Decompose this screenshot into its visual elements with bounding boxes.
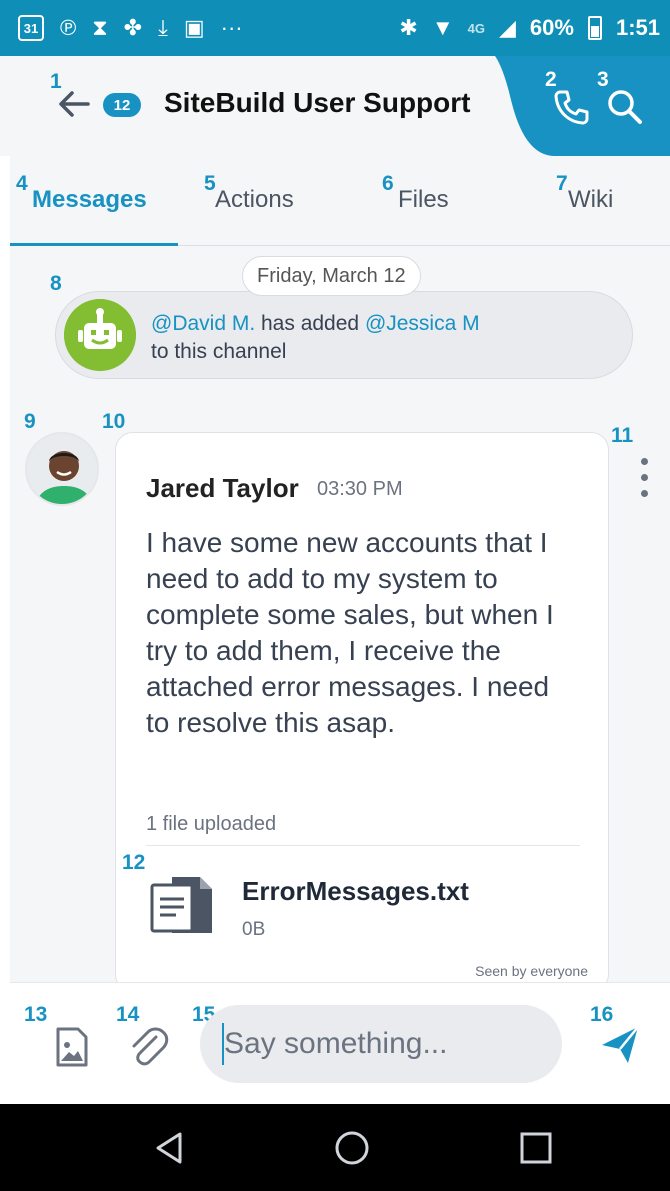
channel-title: SiteBuild User Support [164, 87, 471, 118]
system-message-middle: has added [255, 312, 365, 335]
message-input-container[interactable] [200, 1005, 562, 1083]
annotation-6: 6 [382, 172, 394, 195]
channel-tabs: 4 Messages 5 Actions 6 Files 7 Wiki [10, 156, 670, 246]
date-separator: Friday, March 12 [242, 256, 421, 296]
mention-link[interactable]: @David M. [151, 312, 255, 335]
annotation-8: 8 [50, 272, 62, 295]
annotation-9: 9 [24, 410, 36, 433]
message-input[interactable] [200, 1005, 562, 1083]
download-icon: ⤓ [158, 15, 168, 40]
annotation-14: 14 [116, 1003, 140, 1026]
phone-icon[interactable] [550, 86, 592, 128]
image-upload-icon[interactable] [50, 1025, 94, 1069]
message-list[interactable]: Friday, March 12 8 @David M. has added @… [10, 246, 670, 982]
calendar-day: 31 [23, 20, 39, 36]
more-options-icon[interactable] [638, 458, 650, 508]
system-nav-bar [0, 1104, 670, 1191]
annotation-12: 12 [122, 851, 146, 874]
nav-home-icon[interactable] [332, 1128, 372, 1168]
divider [146, 845, 580, 846]
annotation-11: 11 [611, 424, 634, 447]
pinterest-icon: ℗ [60, 15, 77, 40]
message-card: Jared Taylor 03:30 PM I have some new ac… [115, 432, 609, 982]
hourglass-icon: ⧗ [92, 15, 108, 40]
status-bar: 31 ℗ ⧗ ✤ ⤓ ▣ ··· ✱ ▼ 4G ◢ 60% 1:51 [0, 0, 670, 56]
message-body: I have some new accounts that I need to … [146, 527, 554, 738]
message-author[interactable]: Jared Taylor [146, 473, 299, 504]
bot-avatar-icon [64, 299, 136, 371]
files-uploaded-label: 1 file uploaded [146, 813, 277, 835]
signal-icon: ◢ [498, 15, 516, 40]
message-timestamp: 03:30 PM [317, 478, 403, 500]
search-icon[interactable] [604, 86, 646, 128]
annotation-13: 13 [24, 1003, 48, 1026]
paperclip-icon[interactable] [126, 1025, 170, 1069]
attachment-size: 0B [242, 919, 266, 940]
file-icon[interactable] [146, 869, 218, 941]
system-message: @David M. has added @Jessica M to this c… [55, 291, 633, 379]
read-receipt: Seen by everyone [475, 963, 588, 979]
app-header: 1 12 SiteBuild User Support 2 3 [0, 56, 670, 156]
tab-actions[interactable]: Actions [215, 186, 294, 214]
more-notifications-icon: ··· [220, 15, 243, 40]
bluetooth-icon: ✱ [399, 15, 418, 40]
fan-icon: ✤ [123, 15, 143, 40]
compose-bar: 13 14 15 16 [10, 982, 670, 1104]
clock: 1:51 [615, 15, 660, 40]
annotation-10: 10 [102, 410, 126, 433]
mention-link[interactable]: @Jessica M [365, 312, 480, 335]
left-edge [0, 56, 10, 1104]
text-cursor [222, 1023, 224, 1065]
back-arrow-icon[interactable] [54, 84, 94, 124]
send-icon[interactable] [598, 1023, 642, 1067]
unread-badge: 12 [103, 93, 141, 117]
system-message-end: to this channel [151, 340, 287, 363]
annotation-5: 5 [204, 172, 216, 195]
tab-wiki[interactable]: Wiki [568, 186, 613, 214]
book-icon: ▣ [183, 15, 205, 40]
tab-files[interactable]: Files [398, 186, 449, 214]
attachment-name[interactable]: ErrorMessages.txt [242, 876, 469, 907]
user-avatar-icon [27, 434, 97, 504]
nav-back-icon[interactable] [150, 1128, 190, 1168]
status-right: ✱ ▼ 4G ◢ 60% 1:51 [399, 15, 660, 41]
avatar[interactable] [25, 432, 99, 506]
wifi-icon: ▼ [431, 15, 454, 40]
annotation-4: 4 [16, 172, 28, 195]
nav-recents-icon[interactable] [516, 1128, 556, 1168]
system-message-text: @David M. has added @Jessica M to this c… [151, 310, 611, 366]
battery-percent: 60% [529, 15, 574, 40]
network-type: 4G [467, 20, 485, 36]
battery-icon [587, 16, 602, 40]
calendar-icon: 31 [18, 15, 44, 41]
notification-icons: 31 ℗ ⧗ ✤ ⤓ ▣ ··· [18, 15, 243, 41]
annotation-7: 7 [556, 172, 568, 195]
tab-messages[interactable]: Messages [32, 186, 147, 214]
